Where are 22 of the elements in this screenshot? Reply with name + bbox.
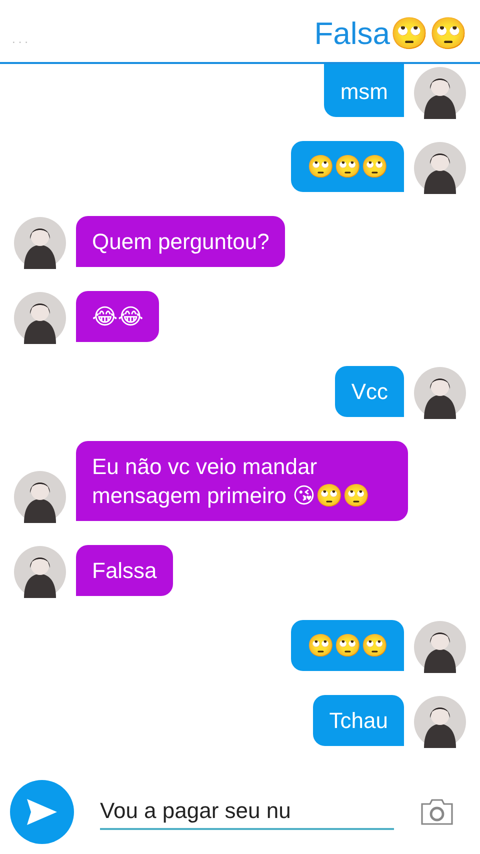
sent-message: 🙄🙄🙄 [291, 620, 404, 671]
sent-message: 🙄🙄🙄 [291, 141, 404, 192]
message-input[interactable]: Vou a pagar seu nu [100, 794, 394, 830]
camera-icon[interactable] [420, 798, 454, 826]
avatar [14, 217, 66, 269]
avatar [414, 67, 466, 119]
avatar [414, 696, 466, 748]
avatar [414, 367, 466, 419]
received-message: 😂😂 [76, 291, 160, 342]
sent-message: msm [324, 64, 404, 117]
received-message: Falssa [76, 545, 173, 596]
avatar [414, 142, 466, 194]
sent-message: Tchau [313, 695, 404, 746]
avatar [414, 621, 466, 673]
send-icon [27, 799, 57, 825]
received-message: Quem perguntou? [76, 216, 286, 267]
received-message: Eu não vc veio mandar mensagem primeiro 😘🙄🙄 [76, 441, 408, 521]
avatar [14, 471, 66, 523]
avatar [14, 546, 66, 598]
sent-message: Vcc [335, 366, 404, 417]
contact-name: Falsa🙄🙄 [314, 15, 468, 52]
avatar [14, 292, 66, 344]
